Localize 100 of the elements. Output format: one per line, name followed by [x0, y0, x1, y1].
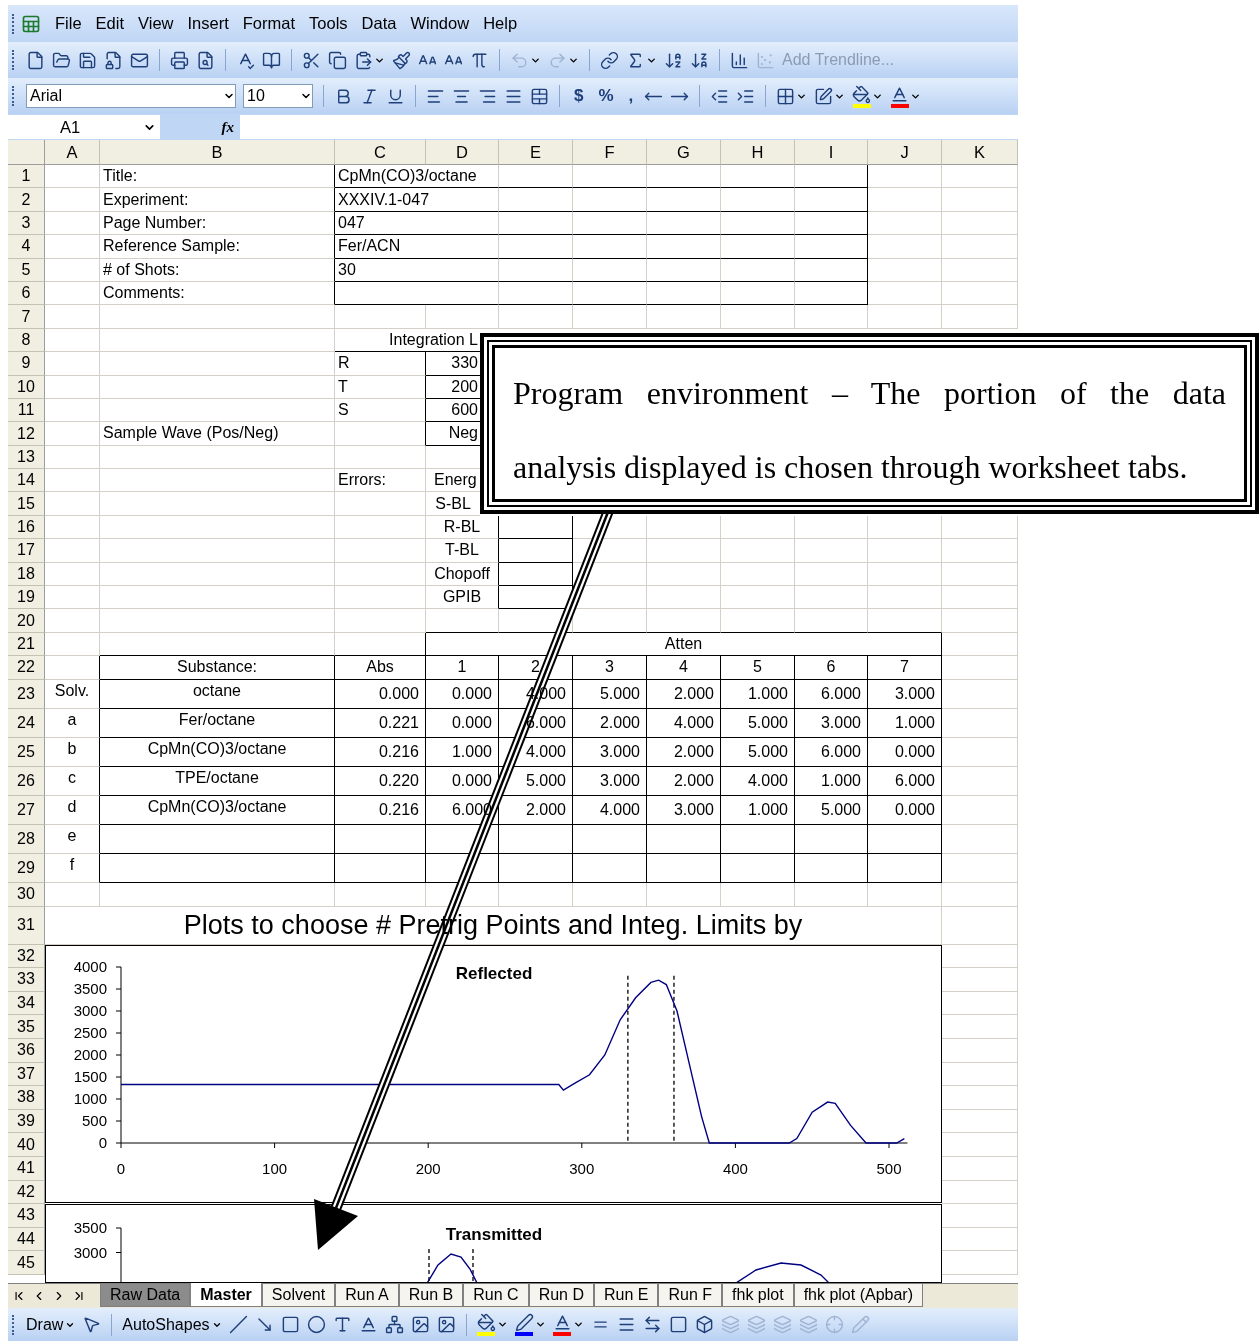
- sheet-cell[interactable]: S: [335, 398, 426, 423]
- autoshapes-menu-button[interactable]: AutoShapes: [122, 1312, 222, 1337]
- sheet-cell[interactable]: 0.000: [426, 766, 499, 796]
- sheet-cell[interactable]: Comments:: [100, 281, 335, 306]
- row-header[interactable]: 40: [8, 1133, 45, 1157]
- number-format-button[interactable]: ,: [624, 83, 638, 109]
- row-header[interactable]: 19: [8, 586, 45, 610]
- row-header[interactable]: 37: [8, 1062, 45, 1087]
- sheet-cell[interactable]: 3.000: [868, 679, 942, 709]
- sheet-cell[interactable]: [647, 853, 721, 883]
- sheet-cell[interactable]: [795, 258, 868, 282]
- folder-icon[interactable]: [52, 50, 71, 70]
- sheet-cell[interactable]: [499, 539, 573, 563]
- row-header[interactable]: 12: [8, 422, 45, 446]
- sheet-cell[interactable]: [795, 824, 868, 854]
- sheet-cell[interactable]: 0.216: [335, 737, 426, 767]
- line-color-icon[interactable]: [514, 1313, 534, 1332]
- symbol-icon[interactable]: [470, 50, 489, 70]
- column-header[interactable]: A: [45, 140, 100, 165]
- font-size-field[interactable]: 10: [243, 84, 313, 108]
- row-header[interactable]: 15: [8, 492, 45, 516]
- sheet-cell[interactable]: # of Shots:: [100, 258, 335, 282]
- draw-menu-button[interactable]: Draw: [26, 1312, 76, 1337]
- sheet-tab[interactable]: Run B: [398, 1284, 464, 1307]
- sheet-cell[interactable]: [573, 853, 647, 883]
- number-format-button[interactable]: $: [570, 83, 588, 109]
- sheet-tab[interactable]: Run A: [335, 1284, 399, 1307]
- row-header[interactable]: 14: [8, 469, 45, 493]
- row-header[interactable]: 27: [8, 795, 45, 825]
- sheet-cell[interactable]: 3.000: [573, 737, 647, 767]
- sheet-cell[interactable]: 4.000: [499, 737, 573, 767]
- sheet-tab[interactable]: Run F: [658, 1284, 723, 1307]
- row-header[interactable]: 25: [8, 737, 45, 767]
- menu-item[interactable]: Format: [236, 11, 302, 36]
- formula-field[interactable]: [240, 115, 1018, 139]
- merge-cells-icon[interactable]: [530, 86, 549, 106]
- sheet-cell[interactable]: XXXIV.1-047: [335, 188, 499, 212]
- sheet-cell[interactable]: 2.000: [647, 737, 721, 767]
- sheet-cell[interactable]: 0.220: [335, 766, 426, 796]
- sheet-cell[interactable]: Errors:: [335, 469, 426, 493]
- row-header[interactable]: 21: [8, 632, 45, 657]
- sheet-tab[interactable]: fhk plot: [722, 1284, 794, 1307]
- picture-icon[interactable]: [436, 1315, 456, 1334]
- cut-icon[interactable]: [302, 50, 321, 70]
- sheet-cell[interactable]: 0.000: [426, 708, 499, 738]
- sort-descending-icon[interactable]: [690, 50, 709, 70]
- sheet-cell[interactable]: 5.000: [795, 795, 868, 825]
- row-header[interactable]: 1: [8, 165, 45, 189]
- number-format-button[interactable]: %: [594, 83, 618, 109]
- menu-item[interactable]: Help: [477, 11, 524, 36]
- sheet-cell[interactable]: 1.000: [868, 708, 942, 738]
- row-header[interactable]: 13: [8, 445, 45, 470]
- paste-icon[interactable]: [354, 50, 373, 70]
- sheet-cell[interactable]: Solv.: [45, 679, 100, 709]
- sheet-cell[interactable]: [721, 853, 795, 883]
- sheet-cell[interactable]: 3.000: [795, 708, 868, 738]
- sheet-cell[interactable]: 4.000: [573, 795, 647, 825]
- sheet-cell[interactable]: [45, 656, 100, 680]
- hyperlink-icon[interactable]: [600, 50, 619, 70]
- picture-icon[interactable]: [410, 1315, 430, 1334]
- italic-icon[interactable]: [360, 86, 379, 106]
- sheet-cell[interactable]: 3: [573, 656, 647, 680]
- sheet-cell[interactable]: 4: [647, 656, 721, 680]
- sheet-cell[interactable]: 1: [426, 656, 499, 680]
- row-header[interactable]: 5: [8, 258, 45, 282]
- row-header[interactable]: 24: [8, 708, 45, 738]
- sheet-cell[interactable]: 1.000: [721, 679, 795, 709]
- sheet-cell[interactable]: [721, 824, 795, 854]
- sheet-cell[interactable]: [426, 824, 499, 854]
- brush-icon[interactable]: [392, 50, 411, 70]
- sheet-cell[interactable]: [499, 853, 573, 883]
- sheet-cell[interactable]: 1.000: [426, 737, 499, 767]
- sheet-cell[interactable]: [795, 188, 868, 212]
- sheet-cell[interactable]: [795, 853, 868, 883]
- sheet-cell[interactable]: Experiment:: [100, 188, 335, 212]
- caret-icon[interactable]: [496, 1319, 508, 1330]
- row-header[interactable]: 31: [8, 906, 45, 945]
- column-header[interactable]: G: [647, 140, 721, 165]
- sheet-cell[interactable]: 6: [795, 656, 868, 680]
- sheet-cell[interactable]: Abs: [335, 656, 426, 680]
- row-header[interactable]: 39: [8, 1109, 45, 1134]
- sheet-cell[interactable]: 0.000: [426, 679, 499, 709]
- sheet-cell[interactable]: [573, 824, 647, 854]
- row-header[interactable]: 38: [8, 1086, 45, 1110]
- sheet-tab[interactable]: Raw Data: [100, 1284, 191, 1307]
- sheet-cell[interactable]: 6.000: [795, 679, 868, 709]
- sheet-cell[interactable]: 5.000: [573, 679, 647, 709]
- sheet-cell[interactable]: 5.000: [721, 737, 795, 767]
- menu-item[interactable]: File: [49, 11, 88, 36]
- sheet-cell[interactable]: 2: [499, 656, 573, 680]
- sort-ascending-icon[interactable]: [664, 50, 683, 70]
- name-box[interactable]: A1: [8, 115, 160, 139]
- sheet-cell[interactable]: 3.000: [647, 795, 721, 825]
- menu-item[interactable]: Data: [355, 11, 403, 36]
- row-header[interactable]: 36: [8, 1038, 45, 1063]
- sheet-cell[interactable]: [426, 853, 499, 883]
- row-header[interactable]: 2: [8, 188, 45, 212]
- row-header[interactable]: 20: [8, 609, 45, 633]
- column-header[interactable]: F: [573, 140, 647, 165]
- row-header[interactable]: 35: [8, 1015, 45, 1039]
